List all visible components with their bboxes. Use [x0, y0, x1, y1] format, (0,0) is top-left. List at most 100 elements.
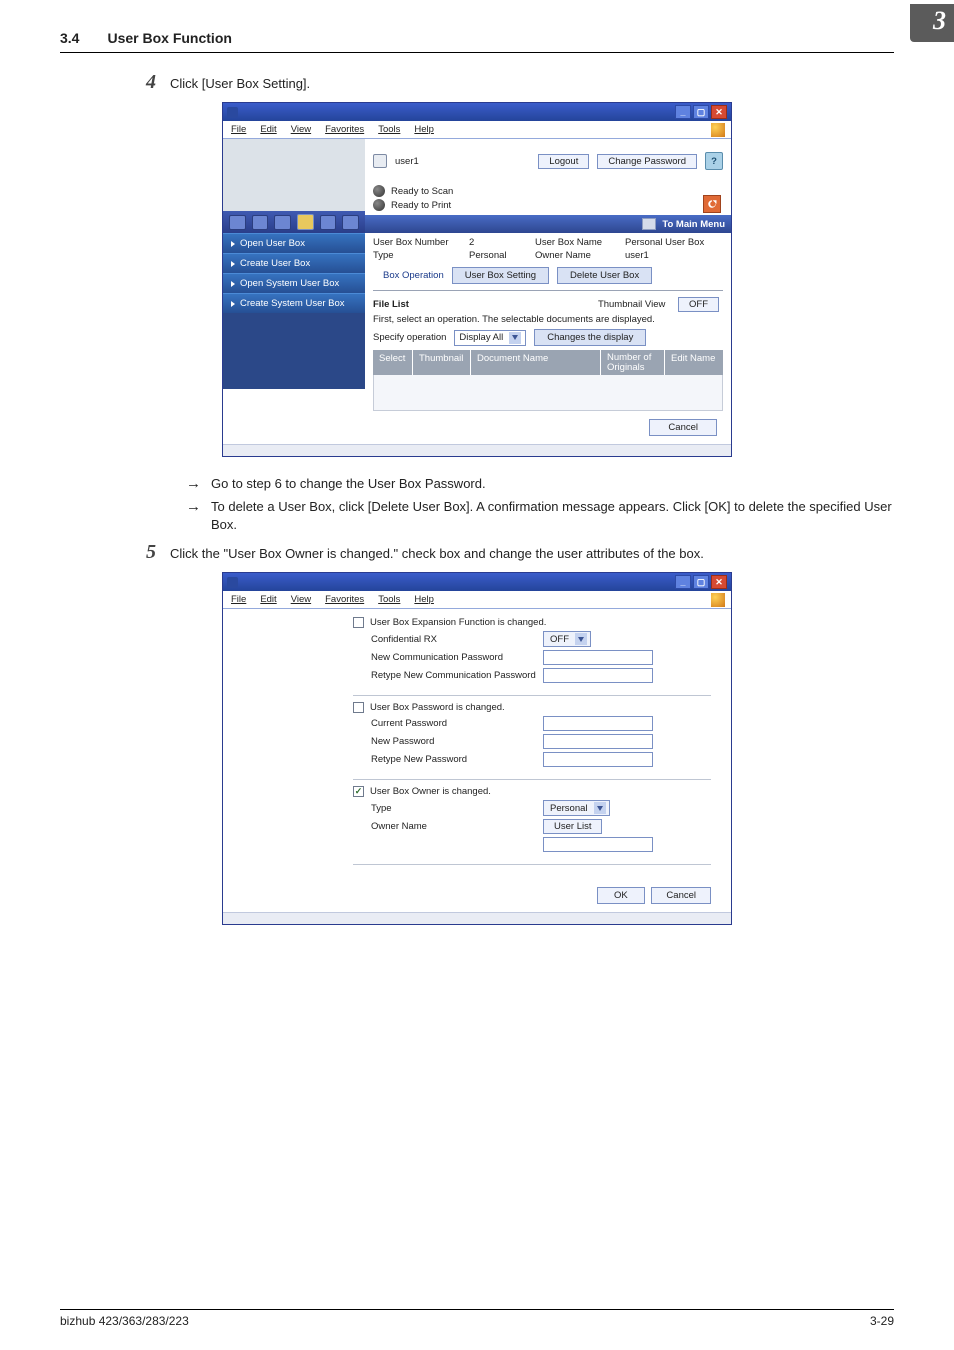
menu-file[interactable]: File [231, 594, 246, 605]
menu-view[interactable]: View [291, 124, 311, 135]
app-tab-icon[interactable] [297, 214, 314, 230]
thumbnail-view-button[interactable]: OFF [678, 297, 719, 312]
menu-favorites[interactable]: Favorites [325, 594, 364, 605]
help-icon[interactable]: ? [705, 152, 723, 170]
label: Type [373, 250, 461, 261]
checkbox-label: User Box Owner is changed. [370, 786, 491, 797]
changes-display-button[interactable]: Changes the display [534, 329, 646, 346]
restore-button[interactable]: ▢ [693, 575, 709, 589]
app-tab-icon[interactable] [252, 215, 269, 230]
ie-brand-icon [711, 593, 725, 607]
screenshot-owner-change: _ ▢ ✕ File Edit View Favorites Tools Hel… [222, 572, 732, 925]
bullet-text: Go to step 6 to change the User Box Pass… [211, 475, 894, 492]
nav-open-user-box[interactable]: Open User Box [223, 233, 365, 253]
ok-button[interactable]: OK [597, 887, 645, 904]
printer-icon [373, 199, 385, 211]
retype-comm-password-input[interactable] [543, 668, 653, 683]
to-main-menu[interactable]: To Main Menu [662, 219, 725, 230]
new-password-input[interactable] [543, 734, 653, 749]
retype-password-input[interactable] [543, 752, 653, 767]
confidential-rx-select[interactable]: OFF [543, 631, 591, 647]
chapter-number: 3 [910, 4, 954, 42]
close-button[interactable]: ✕ [711, 105, 727, 119]
label: Type [353, 803, 543, 814]
nav-create-system-user-box[interactable]: Create System User Box [223, 293, 365, 313]
menu-view[interactable]: View [291, 594, 311, 605]
menu-file[interactable]: File [231, 124, 246, 135]
nav-create-user-box[interactable]: Create User Box [223, 253, 365, 273]
close-button[interactable]: ✕ [711, 575, 727, 589]
nav-open-system-user-box[interactable]: Open System User Box [223, 273, 365, 293]
type-select[interactable]: Personal [543, 800, 610, 816]
label: Current Password [353, 718, 543, 729]
label: Retype New Password [353, 754, 543, 765]
checkbox-label: User Box Expansion Function is changed. [370, 617, 546, 628]
label: New Communication Password [353, 652, 543, 663]
menu-help[interactable]: Help [414, 124, 434, 135]
screenshot-box-setting: _ ▢ ✕ File Edit View Favorites Tools Hel… [222, 102, 732, 457]
owner-changed-checkbox[interactable] [353, 786, 364, 797]
main-menu-icon [642, 218, 656, 230]
menu-edit[interactable]: Edit [260, 124, 276, 135]
label: Retype New Communication Password [353, 670, 543, 681]
arrow-icon: → [186, 475, 201, 492]
delete-user-box-button[interactable]: Delete User Box [557, 267, 652, 284]
file-list-note: First, select an operation. The selectab… [365, 314, 731, 329]
value: user1 [625, 250, 649, 261]
change-password-button[interactable]: Change Password [597, 154, 697, 169]
step-number: 5 [124, 541, 156, 564]
menu-tools[interactable]: Tools [378, 124, 400, 135]
status-scan: Ready to Scan [391, 186, 453, 197]
user-box-setting-button[interactable]: User Box Setting [452, 267, 549, 284]
new-comm-password-input[interactable] [543, 650, 653, 665]
footer-model: bizhub 423/363/283/223 [60, 1314, 189, 1328]
bullet-text: To delete a User Box, click [Delete User… [211, 498, 894, 533]
menu-tools[interactable]: Tools [378, 594, 400, 605]
app-tab-icon[interactable] [274, 215, 291, 230]
refresh-button[interactable] [703, 195, 721, 213]
label: Specify operation [373, 332, 446, 343]
arrow-icon: → [186, 498, 201, 533]
label: New Password [353, 736, 543, 747]
label: User Box Name [535, 237, 617, 248]
app-tab-icon[interactable] [320, 215, 337, 230]
ie-icon [227, 107, 238, 118]
app-tab-icon[interactable] [342, 215, 359, 230]
section-title: User Box Function [107, 30, 231, 46]
expansion-changed-checkbox[interactable] [353, 617, 364, 628]
minimize-button[interactable]: _ [675, 575, 691, 589]
menu-help[interactable]: Help [414, 594, 434, 605]
scanner-icon [373, 185, 385, 197]
label: Thumbnail View [598, 299, 665, 310]
logout-button[interactable]: Logout [538, 154, 589, 169]
cancel-button[interactable]: Cancel [651, 887, 711, 904]
ie-brand-icon [711, 123, 725, 137]
minimize-button[interactable]: _ [675, 105, 691, 119]
app-tab-icon[interactable] [229, 215, 246, 230]
user-list-button[interactable]: User List [543, 819, 602, 834]
label: Owner Name [353, 821, 543, 832]
restore-button[interactable]: ▢ [693, 105, 709, 119]
step-number: 4 [124, 71, 156, 94]
checkbox-label: User Box Password is changed. [370, 702, 505, 713]
current-password-input[interactable] [543, 716, 653, 731]
label: Owner Name [535, 250, 617, 261]
cancel-button[interactable]: Cancel [649, 419, 717, 436]
ie-icon [227, 577, 238, 588]
specify-operation-select[interactable]: Display All [454, 330, 526, 346]
value: 2 [469, 237, 527, 248]
footer-page: 3-29 [870, 1314, 894, 1328]
value: Personal User Box [625, 237, 704, 248]
table-header: Select Thumbnail Document Name Number of… [373, 350, 723, 375]
password-changed-checkbox[interactable] [353, 702, 364, 713]
label: Confidential RX [353, 634, 543, 645]
label: User Box Number [373, 237, 461, 248]
menu-edit[interactable]: Edit [260, 594, 276, 605]
user-name: user1 [395, 156, 530, 167]
file-list-title: File List [373, 299, 409, 310]
owner-name-input[interactable] [543, 837, 653, 852]
menu-favorites[interactable]: Favorites [325, 124, 364, 135]
box-operation-link[interactable]: Box Operation [383, 270, 444, 281]
status-print: Ready to Print [391, 200, 451, 211]
section-number: 3.4 [60, 30, 79, 46]
